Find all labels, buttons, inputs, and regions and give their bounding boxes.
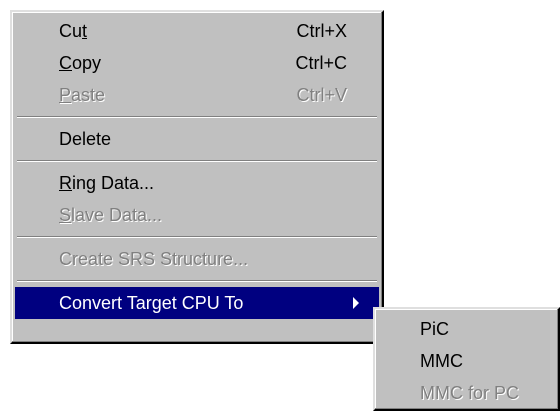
menu-item-convert-target-cpu-label: Convert Target CPU To xyxy=(59,293,244,313)
paste-shortcut: Ctrl+V xyxy=(296,85,347,105)
context-menu: Cut Ctrl+X Copy Ctrl+C Paste Ctrl+V Dele… xyxy=(10,10,384,344)
screen: Cut Ctrl+X Copy Ctrl+C Paste Ctrl+V Dele… xyxy=(0,0,560,411)
menu-separator xyxy=(15,231,379,243)
menu-separator xyxy=(15,275,379,287)
menu-item-create-srs-label: Create SRS Structure... xyxy=(59,249,249,269)
menu-item-create-srs-structure: Create SRS Structure... xyxy=(15,243,379,275)
menu-item-ring-data[interactable]: Ring Data... xyxy=(15,167,379,199)
menu-separator xyxy=(15,155,379,167)
submenu-item-mmc-for-pc-label: MMC for PC xyxy=(420,383,519,403)
submenu-item-mmc-label: MMC xyxy=(420,351,463,371)
menu-item-delete[interactable]: Delete xyxy=(15,123,379,155)
submenu-item-pic[interactable]: PiC xyxy=(378,313,555,345)
submenu-item-mmc[interactable]: MMC xyxy=(378,345,555,377)
menu-item-ring-data-label: Ring Data... xyxy=(59,173,155,193)
cut-shortcut: Ctrl+X xyxy=(296,21,347,41)
menu-item-slave-data: Slave Data... xyxy=(15,199,379,231)
convert-cpu-submenu: PiC MMC MMC for PC xyxy=(373,307,560,411)
menu-item-convert-target-cpu[interactable]: Convert Target CPU To xyxy=(15,287,379,319)
submenu-item-mmc-for-pc: MMC for PC xyxy=(378,377,555,409)
menu-item-paste-label: Paste xyxy=(59,85,106,105)
menu-separator xyxy=(15,111,379,123)
menu-item-paste: Paste Ctrl+V xyxy=(15,79,379,111)
menu-item-copy-label: Copy xyxy=(59,53,102,73)
menu-item-cut-label: Cut xyxy=(59,21,88,41)
submenu-item-pic-label: PiC xyxy=(420,319,450,339)
menu-item-cut[interactable]: Cut Ctrl+X xyxy=(15,15,379,47)
submenu-arrow-icon xyxy=(353,297,359,309)
copy-shortcut: Ctrl+C xyxy=(295,53,347,73)
menu-item-slave-data-label: Slave Data... xyxy=(59,205,163,225)
menu-item-delete-label: Delete xyxy=(59,129,112,149)
menu-item-copy[interactable]: Copy Ctrl+C xyxy=(15,47,379,79)
